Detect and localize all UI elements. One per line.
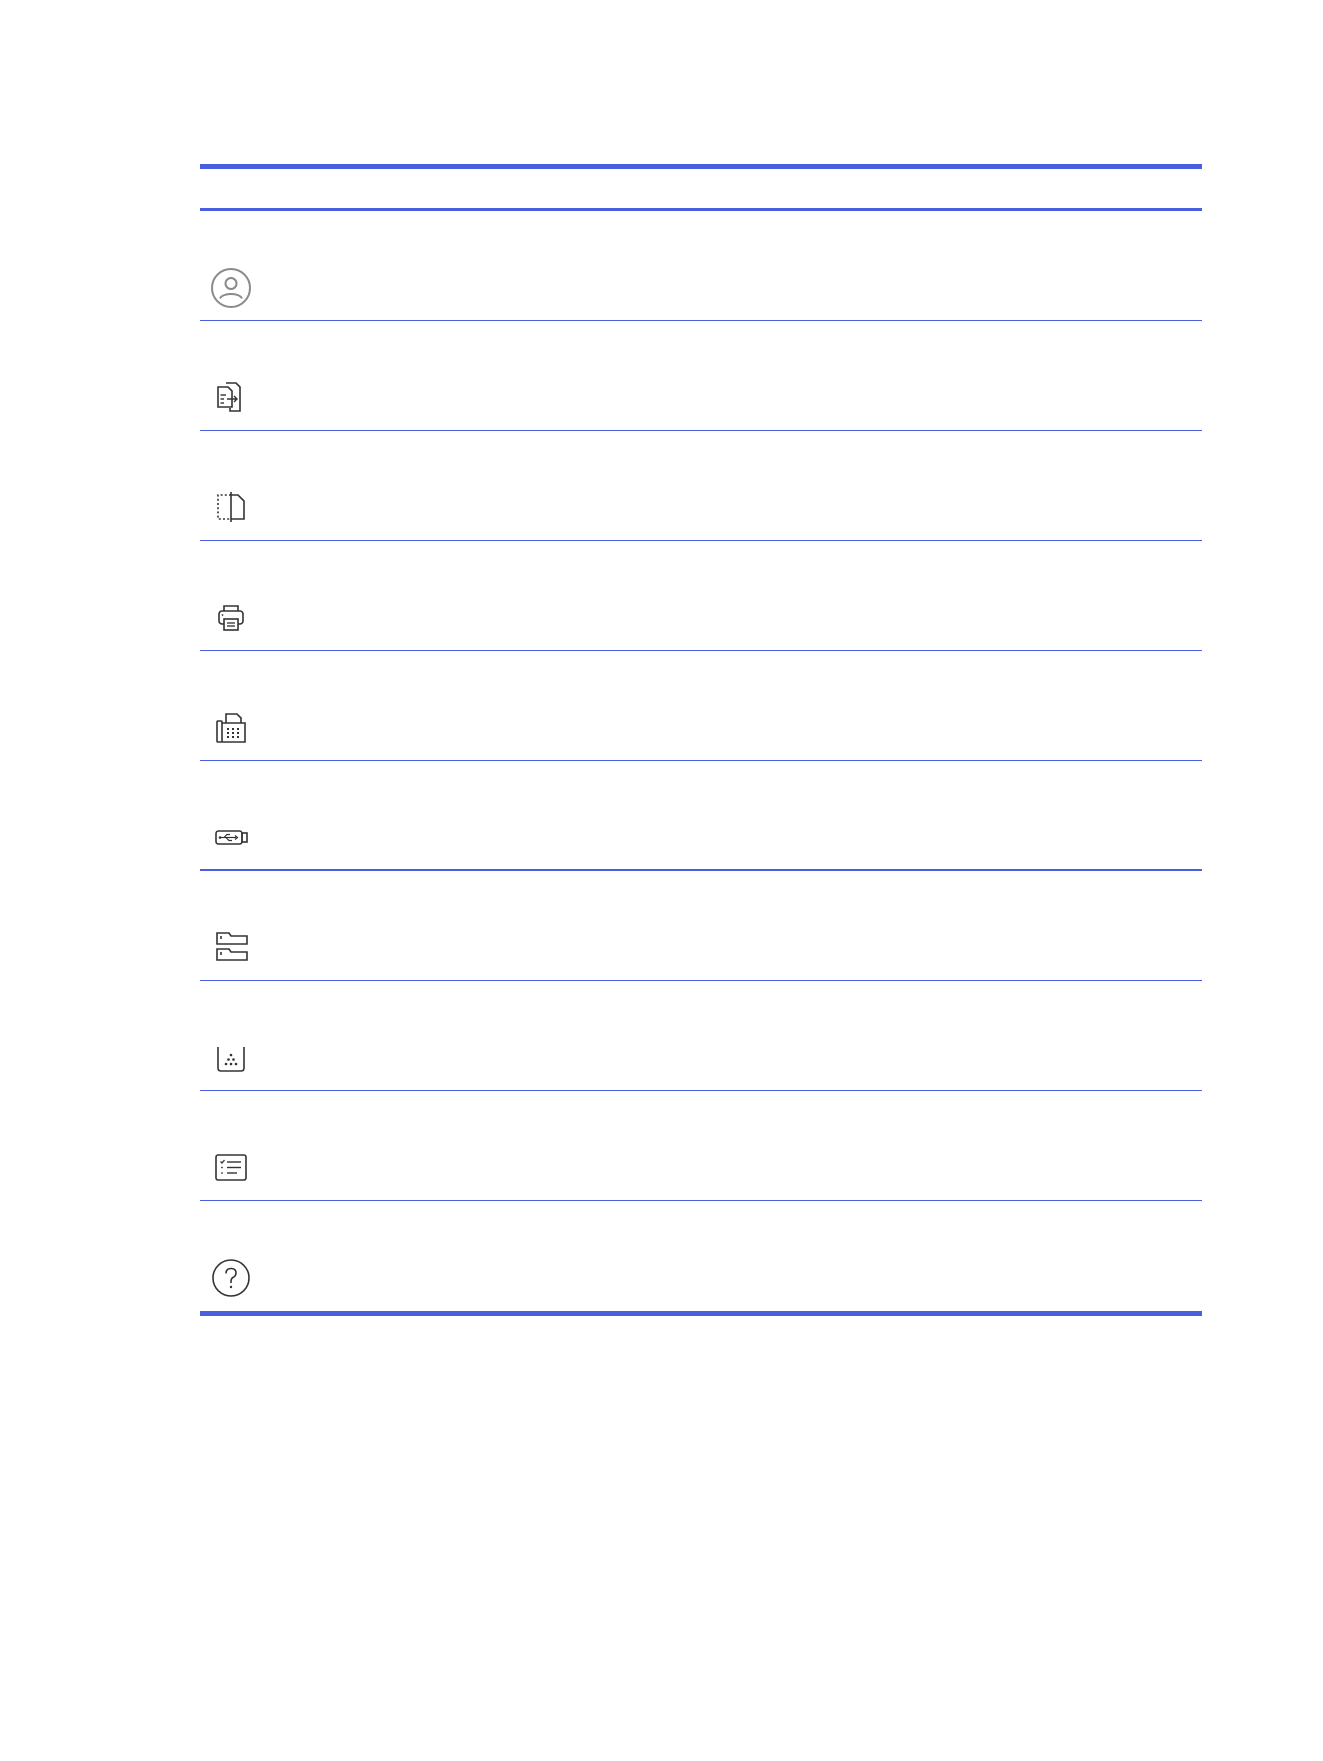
icon-legend-table bbox=[200, 164, 1202, 1316]
row-description bbox=[400, 211, 1202, 320]
row-description bbox=[400, 1201, 1202, 1311]
table-row bbox=[200, 211, 1202, 321]
paper-trays-icon bbox=[216, 932, 248, 961]
scan-document-icon bbox=[217, 492, 245, 522]
table-header-row bbox=[200, 169, 1202, 211]
header-description-column bbox=[400, 169, 1202, 208]
row-description bbox=[400, 321, 1202, 430]
table-row bbox=[200, 651, 1202, 761]
row-description bbox=[400, 541, 1202, 650]
table-row bbox=[200, 871, 1202, 981]
table-row bbox=[200, 541, 1202, 651]
toner-supplies-icon bbox=[217, 1047, 245, 1072]
reports-list-icon bbox=[215, 1154, 247, 1181]
table-row bbox=[200, 1201, 1202, 1311]
copy-document-icon bbox=[217, 382, 241, 412]
row-description bbox=[400, 1091, 1202, 1200]
table-row bbox=[200, 321, 1202, 431]
usb-drive-icon bbox=[215, 830, 248, 845]
table-row bbox=[200, 431, 1202, 541]
table-bottom-rule bbox=[200, 1311, 1202, 1316]
table-row bbox=[200, 1091, 1202, 1201]
table-row bbox=[200, 761, 1202, 871]
fax-icon bbox=[216, 713, 246, 743]
help-question-icon bbox=[212, 1259, 250, 1297]
user-circle-icon bbox=[211, 268, 251, 308]
table-row bbox=[200, 981, 1202, 1091]
row-description bbox=[400, 981, 1202, 1090]
row-description bbox=[400, 431, 1202, 540]
row-description bbox=[400, 871, 1202, 980]
row-description bbox=[400, 651, 1202, 760]
printer-icon bbox=[218, 605, 244, 631]
row-description bbox=[400, 761, 1202, 869]
header-icon-column bbox=[200, 169, 400, 208]
